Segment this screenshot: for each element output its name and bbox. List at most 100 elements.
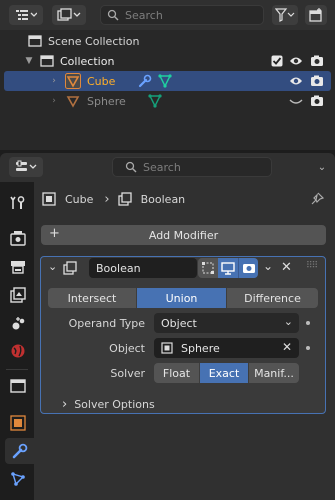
tab-modifiers[interactable] <box>5 438 34 464</box>
object-icon <box>42 192 56 206</box>
cube-label: Cube <box>87 74 116 88</box>
scene-collection-icon <box>28 35 42 47</box>
breadcrumb-separator-icon: › <box>104 191 110 207</box>
eye-icon[interactable] <box>289 55 303 67</box>
display-mode-button[interactable] <box>52 5 86 25</box>
tab-view-layer[interactable] <box>5 282 31 308</box>
solver-selector: Float Exact Manif... <box>154 363 299 383</box>
camera-icon <box>242 264 255 273</box>
breadcrumb-modifier: Boolean <box>140 192 186 206</box>
tab-tool[interactable] <box>5 190 31 216</box>
chevron-down-icon[interactable]: ⌄ <box>263 259 273 273</box>
operation-union[interactable]: Union <box>137 288 227 308</box>
new-collection-icon <box>309 8 323 22</box>
chevron-right-icon[interactable]: › <box>49 76 59 86</box>
breadcrumb-object: Cube <box>65 192 94 206</box>
viewport-toggle[interactable] <box>218 258 238 278</box>
breadcrumb: Cube › Boolean <box>42 190 185 208</box>
solver-exact[interactable]: Exact <box>200 363 249 383</box>
tab-collection[interactable] <box>5 373 31 399</box>
tab-divider <box>6 369 28 370</box>
view-layer-icon <box>57 8 81 22</box>
properties-options-button[interactable]: ⌄ <box>312 157 332 177</box>
filter-button[interactable] <box>272 5 298 25</box>
list-icon <box>15 8 37 22</box>
chevron-right-icon: › <box>62 397 68 412</box>
modifier-name-text: Boolean <box>96 261 141 275</box>
filter-icon <box>275 8 295 22</box>
modifier-name-field[interactable]: Boolean <box>89 258 197 278</box>
add-modifier-label: Add Modifier <box>148 228 219 242</box>
modifier-visibility-toggles <box>198 258 258 278</box>
operation-intersect[interactable]: Intersect <box>48 288 137 308</box>
mesh-data-icon <box>11 472 25 486</box>
outliner-row-collection[interactable]: ▼ Collection <box>4 51 331 71</box>
camera-icon[interactable] <box>310 75 324 87</box>
editor-type-button[interactable] <box>9 5 43 25</box>
solver-float[interactable]: Float <box>154 363 200 383</box>
drag-handle-icon[interactable]: ⠿⠿ <box>306 261 318 271</box>
edit-mode-toggle[interactable] <box>198 258 218 278</box>
outliner-row-scene-collection[interactable]: Scene Collection <box>4 31 331 51</box>
render-toggle[interactable] <box>238 258 258 278</box>
render-icon <box>10 231 26 246</box>
mesh-object-icon <box>65 93 81 109</box>
tab-output[interactable] <box>5 254 31 280</box>
object-field[interactable]: Sphere ✕ <box>154 338 299 358</box>
tab-render[interactable] <box>5 225 31 251</box>
clear-icon[interactable]: ✕ <box>282 340 292 354</box>
world-icon <box>11 344 25 358</box>
solver-options-subpanel[interactable]: › Solver Options <box>62 397 155 412</box>
object-label: Object <box>109 342 145 355</box>
chevron-down-icon[interactable]: ▼ <box>24 56 34 66</box>
chevron-right-icon[interactable]: › <box>49 96 59 106</box>
add-modifier-button[interactable]: + Add Modifier <box>41 225 326 245</box>
wrench-icon[interactable] <box>138 74 152 88</box>
search-icon <box>125 161 137 173</box>
close-icon[interactable]: ✕ <box>281 260 292 275</box>
outliner-editor: Search Scene Collection ▼ Collection › C… <box>0 0 335 150</box>
boolean-modifier-icon <box>63 261 77 275</box>
camera-icon[interactable] <box>310 95 324 107</box>
wrench-icon <box>12 443 27 459</box>
checkbox-checked-icon[interactable] <box>271 55 283 67</box>
outliner-search-input[interactable]: Search <box>100 5 264 25</box>
sphere-label: Sphere <box>87 94 126 108</box>
new-collection-button[interactable] <box>305 5 327 25</box>
pin-icon[interactable] <box>310 192 324 206</box>
modifier-icon <box>117 192 132 206</box>
tab-scene[interactable] <box>5 310 31 336</box>
outliner-row-sphere[interactable]: › Sphere <box>4 91 331 111</box>
view-layer-icon <box>10 287 26 303</box>
collection-label: Collection <box>60 54 115 68</box>
output-icon <box>11 261 25 274</box>
solver-manifold[interactable]: Manif... <box>249 363 299 383</box>
tab-world[interactable] <box>5 338 31 364</box>
tab-object[interactable] <box>5 410 31 436</box>
monitor-icon <box>221 262 235 275</box>
operand-type-label: Operand Type <box>68 317 145 330</box>
mesh-data-icon[interactable] <box>158 74 172 88</box>
chevron-down-icon: ⌄ <box>317 161 327 173</box>
solver-label: Solver <box>110 367 145 380</box>
tool-icon <box>10 196 25 209</box>
collection-icon <box>40 55 54 67</box>
properties-search-placeholder: Search <box>143 160 181 174</box>
eye-closed-icon[interactable] <box>289 95 303 107</box>
camera-icon[interactable] <box>310 55 324 67</box>
plus-icon: + <box>49 226 60 241</box>
outliner-row-cube[interactable]: › Cube <box>4 71 331 91</box>
search-icon <box>107 9 119 21</box>
object-icon <box>10 415 26 431</box>
operand-type-dropdown[interactable]: Object ⌄ <box>154 313 299 333</box>
mesh-data-icon[interactable] <box>148 94 162 108</box>
operation-difference[interactable]: Difference <box>227 288 318 308</box>
properties-icon <box>15 160 37 174</box>
keyframe-dot[interactable] <box>306 346 310 350</box>
eye-icon[interactable] <box>289 75 303 87</box>
tab-mesh-data[interactable] <box>5 466 31 492</box>
chevron-down-icon[interactable]: ⌄ <box>48 260 57 273</box>
keyframe-dot[interactable] <box>306 321 310 325</box>
properties-editor-type-button[interactable] <box>9 157 43 177</box>
properties-search-input[interactable]: Search <box>112 157 272 177</box>
